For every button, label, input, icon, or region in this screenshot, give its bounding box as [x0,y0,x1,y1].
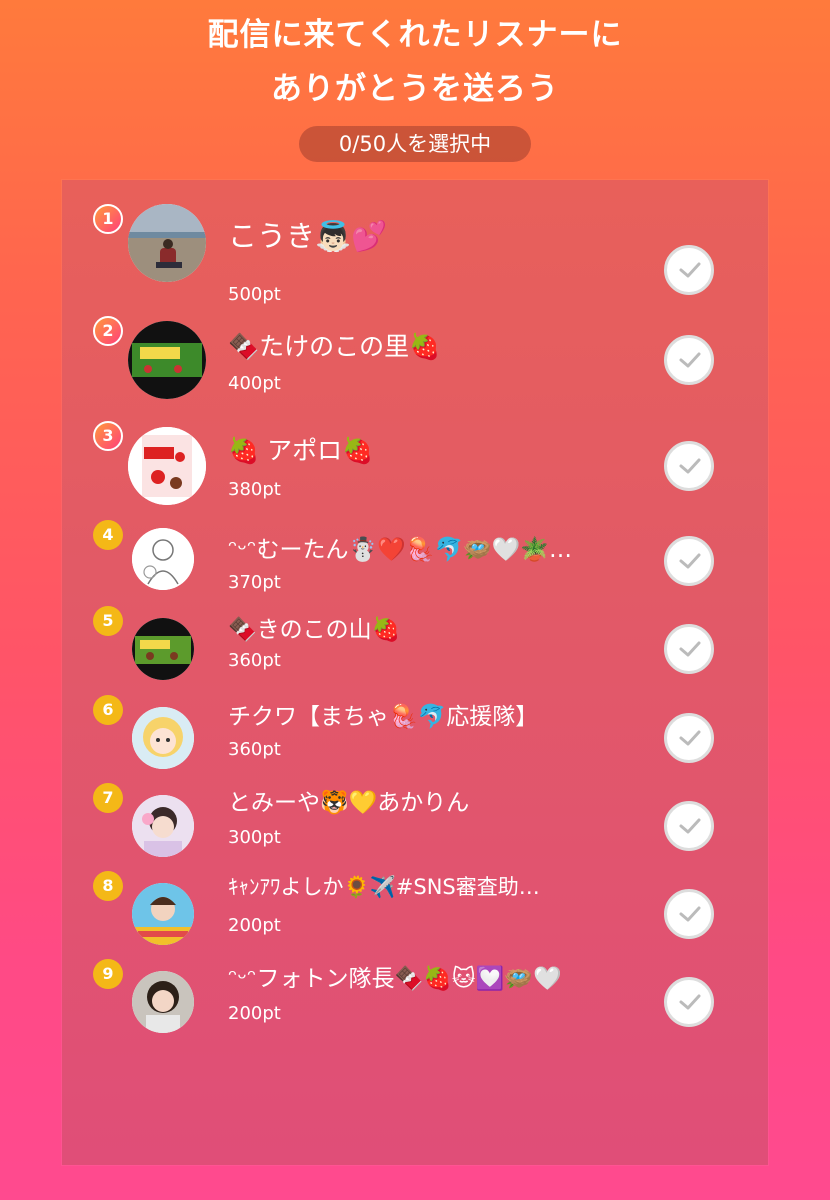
listener-points: 200pt [228,1003,281,1024]
checkmark-icon [679,730,701,746]
avatar [128,204,206,282]
checkmark-icon [679,641,701,657]
rank-badge: 4 [93,520,123,550]
title-line-2: ありがとうを送ろう [271,71,559,107]
selection-count-badge: 0/50人を選択中 [299,126,531,162]
select-checkbox[interactable] [664,441,714,491]
checkmark-icon [679,458,701,474]
listener-list: 1 こうき👼🏻💕 500pt 2 🍫たけのこの里🍓 400pt 3 🍓 アポロ🍓… [62,180,768,1165]
avatar [132,883,194,945]
checkmark-icon [679,352,701,368]
avatar [132,618,194,680]
checkmark-icon [679,818,701,834]
page-title: 配信に来てくれたリスナーに ありがとうを送ろう [0,8,830,116]
rank-badge: 1 [93,204,123,234]
checkmark-icon [679,262,701,278]
checkmark-icon [679,906,701,922]
rank-badge: 5 [93,606,123,636]
rank-badge: 2 [93,316,123,346]
title-line-1: 配信に来てくれたリスナーに [207,17,623,53]
listener-name: ｷｬﾝｱﾜよしか🌻✈️#SNS審査助… [228,875,540,899]
listener-points: 200pt [228,915,281,936]
rank-badge: 6 [93,695,123,725]
listener-points: 380pt [228,479,281,500]
select-checkbox[interactable] [664,801,714,851]
rank-badge: 7 [93,783,123,813]
avatar [132,971,194,1033]
listener-points: 360pt [228,739,281,760]
listener-name: こうき👼🏻💕 [228,219,388,253]
listener-name: とみーや🐯💛あかりん [228,790,470,816]
select-checkbox[interactable] [664,624,714,674]
checkmark-icon [679,994,701,1010]
listener-name: 🍫きのこの山🍓 [228,617,401,643]
listener-name: 🍫たけのこの里🍓 [228,332,441,361]
select-checkbox[interactable] [664,889,714,939]
listener-name: ᵔᵕᵔフォトン隊長🍫🍓🐱💟🪺🤍 [228,966,562,992]
select-checkbox[interactable] [664,713,714,763]
avatar [132,528,194,590]
listener-name: チクワ【まちゃ🪼🐬応援隊】 [228,704,539,730]
avatar [132,707,194,769]
avatar [128,321,206,399]
select-checkbox[interactable] [664,245,714,295]
select-checkbox[interactable] [664,335,714,385]
select-checkbox[interactable] [664,977,714,1027]
rank-badge: 8 [93,871,123,901]
avatar [128,427,206,505]
checkmark-icon [679,553,701,569]
listener-points: 360pt [228,650,281,671]
listener-points: 370pt [228,572,281,593]
listener-name: 🍓 アポロ🍓 [228,436,374,465]
avatar [132,795,194,857]
listener-points: 500pt [228,284,281,305]
listener-points: 300pt [228,827,281,848]
select-checkbox[interactable] [664,536,714,586]
rank-badge: 9 [93,959,123,989]
listener-name: ᵔᵕᵔむーたん☃️❤️🪼🐬🪺🤍🪴… [228,537,573,563]
rank-badge: 3 [93,421,123,451]
listener-points: 400pt [228,373,281,394]
